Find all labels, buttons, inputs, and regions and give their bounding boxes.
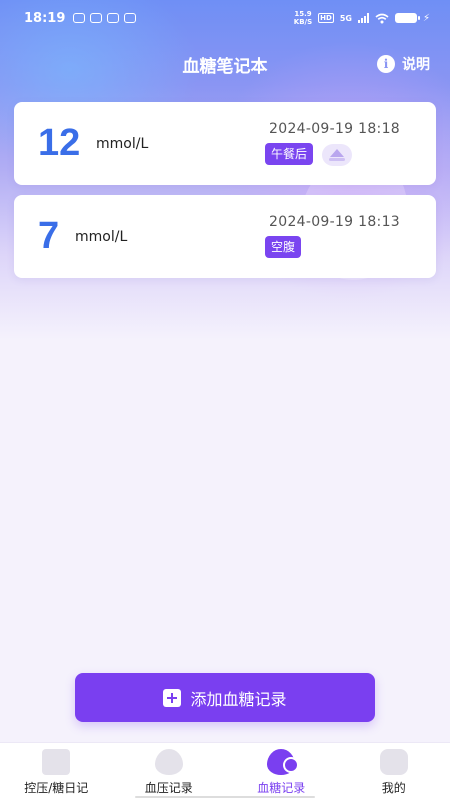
top-bar: 血糖笔记本 i 说明	[0, 44, 450, 84]
info-icon: i	[377, 55, 395, 73]
glucose-unit: mmol/L	[96, 136, 149, 152]
glucose-value: 12	[38, 122, 81, 164]
help-button[interactable]: i 说明	[377, 54, 430, 74]
help-label: 说明	[402, 57, 430, 73]
plus-icon	[163, 688, 182, 707]
record-time: 2024-09-19 18:18	[269, 121, 400, 137]
record-card[interactable]: 12 mmol/L 2024-09-19 18:18 午餐后	[14, 102, 436, 185]
add-glucose-record-button[interactable]: 添加血糖记录	[75, 673, 375, 722]
battery-icon	[394, 13, 420, 23]
diary-icon	[42, 749, 71, 775]
home-indicator	[135, 796, 315, 798]
status-bar: 18:19 15.9 KB/S HD 5G ⚡	[0, 0, 450, 36]
glucose-unit: mmol/L	[75, 229, 128, 245]
notification-icons	[73, 13, 137, 23]
charging-icon: ⚡	[422, 12, 430, 24]
network-type: 5G	[339, 13, 352, 23]
tab-label: 血糖记录	[257, 781, 306, 795]
notification-icon	[73, 13, 86, 23]
tab-label: 我的	[381, 781, 406, 795]
record-card[interactable]: 7 mmol/L 2024-09-19 18:13 空腹	[14, 195, 436, 278]
wifi-icon	[375, 13, 389, 23]
hd-icon: HD	[318, 13, 334, 23]
meal-tag: 午餐后	[265, 143, 314, 165]
profile-icon	[379, 749, 408, 775]
status-indicators: 15.9 KB/S HD 5G ⚡	[294, 10, 430, 26]
upload-icon[interactable]	[322, 144, 352, 166]
glucose-value: 7	[38, 215, 60, 257]
notification-icon	[107, 13, 120, 23]
meal-tag: 空腹	[265, 236, 302, 258]
bottom-tab-bar: 控压/糖日记 血压记录 血糖记录 我的	[0, 742, 450, 800]
tab-label: 控压/糖日记	[24, 781, 89, 795]
notification-icon	[90, 13, 103, 23]
tab-diary[interactable]: 控压/糖日记	[0, 743, 113, 800]
tab-label: 血压记录	[144, 781, 193, 795]
record-time: 2024-09-19 18:13	[269, 214, 400, 230]
blood-pressure-icon	[154, 749, 183, 775]
status-time: 18:19	[24, 10, 66, 26]
notification-icon	[124, 13, 137, 23]
blood-sugar-icon	[267, 749, 300, 775]
tab-blood-sugar[interactable]: 血糖记录	[225, 743, 338, 800]
tab-profile[interactable]: 我的	[338, 743, 450, 800]
signal-icon	[357, 13, 369, 23]
add-button-label: 添加血糖记录	[190, 689, 287, 709]
tab-blood-pressure[interactable]: 血压记录	[113, 743, 226, 800]
net-speed: 15.9 KB/S	[293, 10, 313, 26]
